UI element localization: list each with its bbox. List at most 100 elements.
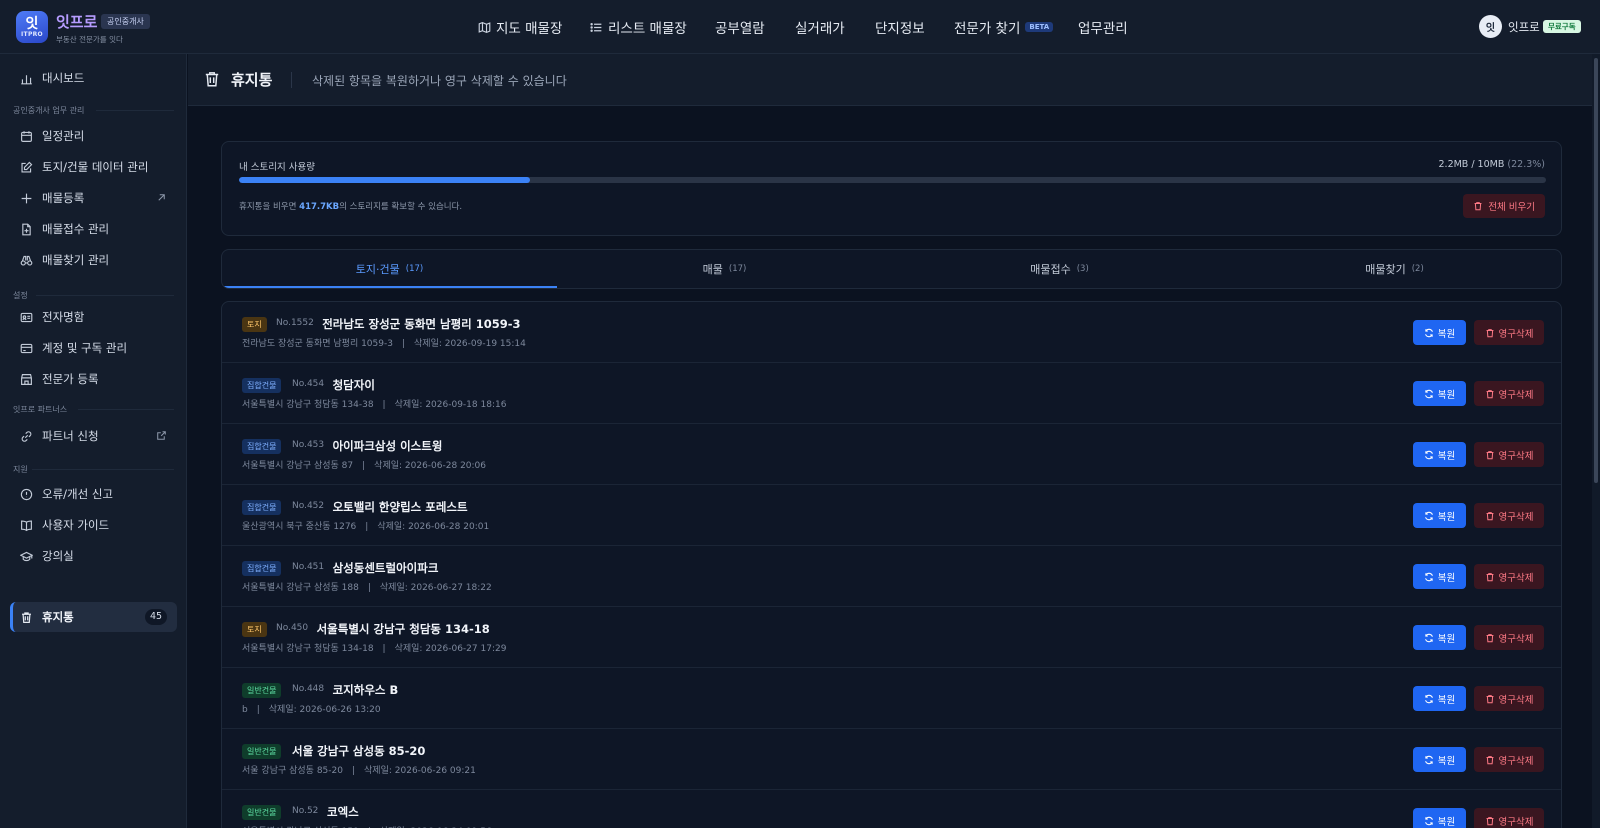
tab-listings[interactable]: 매물 (17) (557, 250, 892, 288)
user-name[interactable]: 잇프로 (1508, 19, 1540, 35)
trash-icon (1486, 389, 1493, 398)
item-number: No.1552 (276, 318, 314, 328)
meta-separator: | (382, 644, 386, 654)
permanent-delete-button[interactable]: 영구삭제 (1474, 503, 1544, 528)
item-meta: 서울특별시 강남구 청담동 134-38 | 삭제일: 2026-09-18 18:… (242, 397, 506, 410)
sidebar-item-expert-register[interactable]: 전문가 등록 (20, 369, 99, 389)
top-bar: 잇 ITPRO 잇프로 공인중개사 부동산 전문가를 잇다 지도 매물장 리스트… (0, 0, 1600, 54)
nav-work-management[interactable]: 업무관리 (1078, 17, 1128, 37)
item-type-badge: 토지 (242, 317, 267, 332)
nav-registry[interactable]: 공부열람 (715, 17, 765, 37)
sidebar-item-schedule[interactable]: 일정관리 (20, 126, 84, 146)
sidebar-item-partner-apply[interactable]: 파트너 신청 (20, 426, 99, 446)
item-address: 서울특별시 강남구 청담동 134-18 (242, 644, 374, 654)
restore-button[interactable]: 복원 (1413, 808, 1466, 828)
restore-button[interactable]: 복원 (1413, 442, 1466, 467)
item-address: 서울특별시 강남구 삼성동 87 (242, 461, 354, 471)
trash-icon (1474, 202, 1482, 211)
tab-listing-intake[interactable]: 매물접수 (3) (892, 250, 1227, 288)
item-title: 오토밸리 한양립스 포레스트 (332, 500, 468, 514)
delete-label: 영구삭제 (1498, 511, 1534, 523)
sidebar-item-dashboard[interactable]: 대시보드 (20, 68, 84, 88)
calendar-icon (21, 130, 32, 142)
user-avatar[interactable]: 잇 (1479, 15, 1502, 38)
item-title: 아이파크삼성 이스트윙 (332, 439, 443, 453)
section-label-support: 지원 (13, 465, 28, 474)
permanent-delete-button[interactable]: 영구삭제 (1474, 808, 1544, 828)
permanent-delete-button[interactable]: 영구삭제 (1474, 442, 1544, 467)
tab-label: 토지·건물 (355, 263, 400, 276)
item-number: No.454 (292, 379, 325, 389)
sidebar-item-listing-search[interactable]: 매물찾기 관리 (20, 250, 109, 270)
section-divider (78, 409, 174, 410)
refresh-icon (1424, 633, 1433, 642)
reclaimable-size: 417.7KB (299, 202, 340, 212)
permanent-delete-button[interactable]: 영구삭제 (1474, 564, 1544, 589)
sidebar-item-label: 사용자 가이드 (42, 518, 110, 532)
item-deleted-date: 삭제일: 2026-06-28 20:01 (377, 522, 490, 532)
nav-real-price[interactable]: 실거래가 (795, 17, 845, 37)
item-type-badge: 집합건물 (242, 561, 282, 576)
note-text: 의 스토리지를 확보할 수 있습니다. (339, 202, 463, 212)
nav-label: 리스트 매물장 (608, 21, 687, 37)
restore-button[interactable]: 복원 (1413, 503, 1466, 528)
nav-list-listings[interactable]: 리스트 매물장 (590, 17, 687, 37)
nav-label: 전문가 찾기 (954, 21, 1021, 37)
sidebar-item-business-card[interactable]: 전자명함 (20, 307, 84, 327)
restore-button[interactable]: 복원 (1413, 625, 1466, 650)
sidebar-item-guide[interactable]: 사용자 가이드 (20, 515, 109, 535)
item-meta: 전라남도 장성군 동화면 남평리 1059-3 | 삭제일: 2026-09-19 … (242, 336, 526, 349)
restore-button[interactable]: 복원 (1413, 381, 1466, 406)
sidebar-item-land-data[interactable]: 토지/건물 데이터 관리 (20, 157, 148, 177)
tab-count: (17) (728, 264, 747, 274)
restore-button[interactable]: 복원 (1413, 564, 1466, 589)
item-deleted-date: 삭제일: 2026-06-27 18:22 (379, 583, 492, 593)
storage-label: 내 스토리지 사용량 (239, 162, 315, 173)
permanent-delete-button[interactable]: 영구삭제 (1474, 320, 1544, 345)
permanent-delete-button[interactable]: 영구삭제 (1474, 625, 1544, 650)
sidebar-item-label: 매물등록 (42, 191, 85, 205)
sidebar-item-label: 오류/개선 신고 (42, 487, 114, 501)
permanent-delete-button[interactable]: 영구삭제 (1474, 747, 1544, 772)
delete-label: 영구삭제 (1498, 633, 1534, 645)
empty-trash-button[interactable]: 전체 비우기 (1463, 194, 1545, 218)
permanent-delete-button[interactable]: 영구삭제 (1474, 381, 1544, 406)
permanent-delete-button[interactable]: 영구삭제 (1474, 686, 1544, 711)
restore-label: 복원 (1437, 328, 1456, 340)
sidebar-item-lecture[interactable]: 강의실 (20, 546, 74, 566)
tab-land-building[interactable]: 토지·건물 (17) (222, 250, 557, 288)
table-row: 집합건물 No.452 오토밸리 한양립스 포레스트 울산광역시 북구 중산동 127… (222, 485, 1561, 546)
sidebar-item-trash-content[interactable]: 휴지통 (20, 607, 74, 627)
sidebar-item-listing-register[interactable]: 매물등록 (20, 188, 84, 208)
header-divider (291, 72, 292, 88)
item-title: 서울특별시 강남구 청담동 134-18 (316, 622, 490, 636)
restore-label: 복원 (1437, 389, 1456, 401)
storage-progress-bar (239, 177, 1546, 183)
storage-progress-fill (239, 177, 531, 183)
nav-map-listings[interactable]: 지도 매물장 (478, 17, 562, 37)
sidebar-item-account[interactable]: 계정 및 구독 관리 (20, 338, 127, 358)
item-deleted-date: 삭제일: 2026-06-28 20:06 (374, 461, 487, 471)
sidebar-item-listing-intake[interactable]: 매물접수 관리 (20, 219, 109, 239)
page-description: 삭제된 항목을 복원하거나 영구 삭제할 수 있습니다 (312, 74, 567, 88)
item-type-badge: 집합건물 (242, 500, 282, 515)
brand-name[interactable]: 잇프로 (56, 11, 97, 32)
logo-mark: 잇 (25, 15, 39, 32)
sidebar-item-report[interactable]: 오류/개선 신고 (20, 484, 113, 504)
nav-find-expert[interactable]: 전문가 찾기 BETA (954, 17, 1054, 37)
bar-chart-icon (21, 74, 32, 84)
item-deleted-date: 삭제일: 2026-06-26 13:20 (268, 705, 381, 715)
refresh-icon (1424, 755, 1433, 764)
sidebar-item-label: 대시보드 (42, 71, 85, 85)
table-row: 일반건물 No.52 코엑스서울특별시 강남구 삼성동 159|삭제일: 2026-… (222, 790, 1561, 828)
app-logo[interactable]: 잇 ITPRO (16, 11, 48, 43)
nav-label: 단지정보 (875, 21, 925, 37)
restore-button[interactable]: 복원 (1413, 747, 1466, 772)
sidebar-item-label: 매물접수 관리 (42, 222, 110, 236)
table-row: 토지 No.450 서울특별시 강남구 청담동 134-18 서울특별시 강남구 청담… (222, 607, 1561, 668)
restore-button[interactable]: 복원 (1413, 686, 1466, 711)
tab-listing-search[interactable]: 매물찾기 (2) (1227, 250, 1561, 288)
restore-button[interactable]: 복원 (1413, 320, 1466, 345)
scrollbar-thumb[interactable] (1594, 58, 1598, 483)
nav-complex-info[interactable]: 단지정보 (875, 17, 925, 37)
